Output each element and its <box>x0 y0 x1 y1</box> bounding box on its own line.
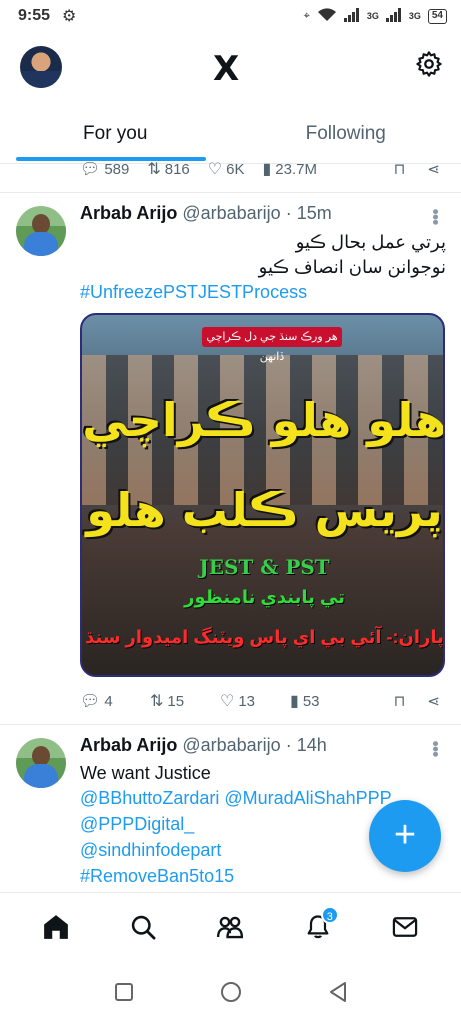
reply-count: 589 <box>104 160 130 178</box>
repost-count: 816 <box>164 160 190 178</box>
hashtag-link[interactable]: #UnfreezePSTJESTProcess <box>80 280 446 305</box>
previous-tweet-actions: 💬︎ 589 ⇅ 816 ♡ 6K ▮ 23.7M ⊓ ⋖ <box>80 158 440 180</box>
media-headline-2: پريس ڪلب هلو <box>86 483 443 537</box>
like-count: 6K <box>226 160 245 178</box>
views-icon: ▮ <box>290 693 299 710</box>
tweet-author-avatar[interactable] <box>16 206 66 256</box>
reply-button[interactable]: 💬︎ 4 <box>80 691 150 711</box>
compose-button[interactable]: + <box>369 800 441 872</box>
notification-badge: 3 <box>320 905 339 924</box>
tweet-actions: 💬︎ 4 ⇅ 15 ♡ 13 ▮ 53 ⊓ ⋖ <box>80 690 440 712</box>
timeline-tabs: For you Following <box>0 112 461 164</box>
location-icon: ⌖ <box>303 9 310 22</box>
home-circle-icon[interactable] <box>220 981 242 1003</box>
repost-count: 15 <box>167 692 185 710</box>
views-button[interactable]: ▮ 53 <box>290 691 360 711</box>
communities-icon <box>217 916 244 938</box>
recents-icon[interactable] <box>114 982 134 1002</box>
signal-icon <box>343 7 360 25</box>
more-options-icon[interactable]: ••• <box>424 209 445 225</box>
home-icon <box>43 914 68 939</box>
status-time: 9:55 <box>18 7 51 24</box>
tweet-text-line: We want Justice <box>80 763 211 783</box>
repost-icon: ⇅ <box>150 693 164 710</box>
media-slogan: تي پابندي نامنظور <box>184 587 345 607</box>
profile-avatar[interactable] <box>20 46 62 88</box>
author-handle[interactable]: @arbabarijo <box>182 203 280 223</box>
avatar-head <box>32 746 50 766</box>
back-icon[interactable] <box>328 981 348 1003</box>
top-bar: X <box>0 40 461 96</box>
x-logo-icon: X <box>213 49 240 89</box>
repost-button[interactable]: ⇅ 816 <box>147 159 189 179</box>
author-name[interactable]: Arbab Arijo <box>80 203 177 223</box>
like-button[interactable]: ♡ 6K <box>208 159 245 179</box>
nav-messages[interactable] <box>382 904 428 950</box>
author-handle[interactable]: @arbabarijo <box>182 735 280 755</box>
tweet-text-line: پرتي عمل بحال ڪيو <box>295 232 446 252</box>
reply-icon: 💬︎ <box>80 693 101 710</box>
heart-icon: ♡ <box>207 161 223 178</box>
nav-communities[interactable] <box>207 904 253 950</box>
share-icon[interactable]: ⋖ <box>427 692 440 710</box>
tweet-text-line: نوجوانن سان انصاف ڪيو <box>258 257 446 277</box>
reply-icon: 💬︎ <box>80 161 101 178</box>
tweet-header: Arbab Arijo @arbabarijo · 14h <box>80 735 327 756</box>
tab-for-you[interactable]: For you <box>0 112 231 163</box>
settings-notification-icon: ⚙ <box>62 8 77 25</box>
media-headline-1: هلو هلو ڪراچي <box>82 393 445 447</box>
tab-following[interactable]: Following <box>231 112 461 163</box>
media-footer: پاران:- آئي بي اي پاس ويٽنگ اميدوار سنڌ <box>85 627 444 647</box>
status-indicators: ⌖ 3G 3G 54 <box>303 7 447 25</box>
divider <box>0 192 461 193</box>
repost-icon: ⇅ <box>147 161 161 178</box>
repost-button[interactable]: ⇅ 15 <box>150 691 220 711</box>
like-button[interactable]: ♡ 13 <box>220 691 290 711</box>
system-nav <box>0 960 461 1024</box>
settings-gear-icon[interactable] <box>414 50 444 80</box>
bottom-nav: 3 <box>0 892 461 960</box>
avatar-body <box>24 764 58 788</box>
avatar-head <box>32 214 50 234</box>
wifi-icon <box>317 7 337 25</box>
like-count: 13 <box>238 692 256 710</box>
views-count: 53 <box>302 692 320 710</box>
mail-icon <box>393 916 418 937</box>
signal-icon-2 <box>385 7 402 25</box>
nav-home[interactable] <box>33 904 79 950</box>
reply-button[interactable]: 💬︎ 589 <box>80 159 129 179</box>
bookmark-icon[interactable]: ⊓ <box>394 692 406 710</box>
views-icon: ▮ <box>262 161 272 178</box>
tweet-header: Arbab Arijo @arbabarijo · 15m <box>80 203 332 224</box>
search-icon <box>131 915 156 939</box>
views-button[interactable]: ▮ 23.7M <box>262 159 317 179</box>
status-bar: 9:55 ⚙ ⌖ 3G 3G 54 <box>0 0 461 32</box>
tweet-time: · 14h <box>285 735 327 755</box>
tweet-author-avatar[interactable] <box>16 738 66 788</box>
share-icon[interactable]: ⋖ <box>427 160 440 178</box>
heart-icon: ♡ <box>220 693 235 710</box>
reply-count: 4 <box>104 692 113 710</box>
author-name[interactable]: Arbab Arijo <box>80 735 177 755</box>
more-options-icon[interactable]: ••• <box>424 741 445 757</box>
nav-notifications[interactable]: 3 <box>295 904 341 950</box>
media-subtitle: JEST & PST <box>199 555 330 579</box>
nav-search[interactable] <box>120 904 166 950</box>
battery-indicator: 54 <box>427 8 447 24</box>
media-banner: هر ورڪ سنڌ جي دل ڪراچي ڏانهن <box>202 327 342 363</box>
bookmark-icon[interactable]: ⊓ <box>394 160 406 178</box>
network-type: 3G <box>366 11 379 21</box>
views-count: 23.7M <box>275 160 317 178</box>
tweet-media-image[interactable]: هر ورڪ سنڌ جي دل ڪراچي ڏانهن هلو هلو ڪرا… <box>80 313 445 677</box>
avatar-body <box>24 232 58 256</box>
divider <box>0 724 461 725</box>
network-type-2: 3G <box>408 11 421 21</box>
tweet-time: · 15m <box>285 203 332 223</box>
